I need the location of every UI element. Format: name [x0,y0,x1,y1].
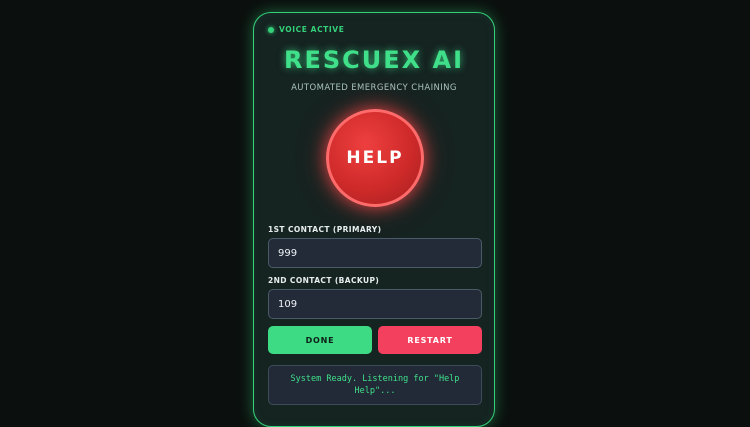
help-button-label: HELP [346,148,404,168]
backup-contact-input[interactable] [268,289,482,319]
done-button[interactable]: DONE [268,326,372,354]
status-box: System Ready. Listening for "Help Help".… [268,365,482,405]
primary-contact-input[interactable] [268,238,482,268]
restart-button[interactable]: RESTART [378,326,482,354]
voice-status-label: VOICE ACTIVE [279,25,345,34]
voice-status: VOICE ACTIVE [268,25,344,34]
backup-contact-label: 2ND CONTACT (BACKUP) [268,276,380,285]
emergency-panel: VOICE ACTIVE RESCUEX AI AUTOMATED EMERGE… [253,12,495,427]
primary-contact-label: 1ST CONTACT (PRIMARY) [268,225,382,234]
help-button[interactable]: HELP [326,109,424,207]
app-subtitle: AUTOMATED EMERGENCY CHAINING [291,83,457,93]
voice-active-indicator-icon [268,26,274,33]
app-title: RESCUEX AI [283,46,465,74]
status-message: System Ready. Listening for "Help Help".… [290,374,460,396]
